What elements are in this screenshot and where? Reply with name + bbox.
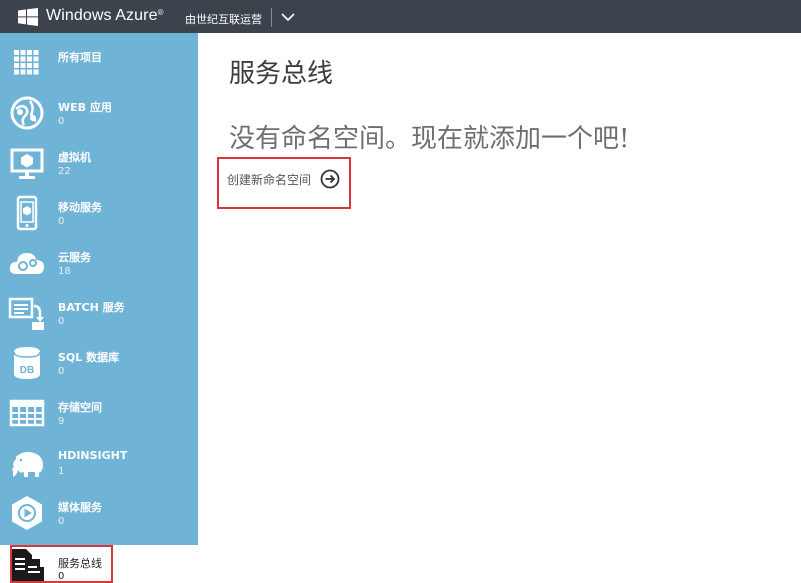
sidebar-item-label: 移动服务: [58, 201, 102, 214]
sidebar-item-count: 9: [58, 416, 65, 427]
sidebar-item-cloud-services[interactable]: 云服务 18: [0, 238, 198, 288]
sidebar: 所有项目 WEB 应用 0 虚拟机 22 移动服务 0 云服务 18 BATCH…: [0, 33, 198, 583]
sidebar-item-count: 1: [58, 466, 65, 477]
sidebar-item-batch[interactable]: BATCH 服务 0: [0, 288, 198, 338]
svg-text:DB: DB: [20, 365, 34, 376]
sidebar-item-count: 0: [58, 316, 65, 327]
sidebar-item-label: 云服务: [58, 251, 91, 264]
sidebar-item-hdinsight[interactable]: HDINSIGHT 1: [0, 438, 198, 488]
media-play-icon: [8, 494, 46, 532]
sidebar-item-web-apps[interactable]: WEB 应用 0: [0, 88, 198, 138]
sidebar-item-media-services[interactable]: 媒体服务 0: [0, 488, 198, 538]
elephant-icon: [8, 444, 46, 482]
globe-icon: [8, 94, 46, 132]
sidebar-item-count: 18: [58, 266, 71, 277]
page-title: 服务总线: [229, 59, 334, 89]
top-bar: Windows Azure® 由世纪互联运营: [0, 0, 801, 33]
table-grid-icon: [8, 394, 46, 432]
sidebar-item-count: 0: [58, 366, 65, 377]
highlight-box-service-bus: [10, 545, 113, 583]
sidebar-item-mobile-services[interactable]: 移动服务 0: [0, 188, 198, 238]
database-icon: DB: [8, 344, 46, 382]
sidebar-item-sql-databases[interactable]: DB SQL 数据库 0: [0, 338, 198, 388]
header-divider: [271, 8, 272, 27]
windows-logo-icon: [18, 8, 38, 26]
mobile-phone-icon: [8, 194, 46, 232]
sidebar-item-count: 0: [58, 116, 65, 127]
sidebar-item-count: 22: [58, 166, 71, 177]
sidebar-item-storage[interactable]: 存储空间 9: [0, 388, 198, 438]
empty-state-message: 没有命名空间。现在就添加一个吧!: [229, 124, 630, 154]
main-content: 服务总线 没有命名空间。现在就添加一个吧! 创建新命名空间: [198, 33, 801, 583]
sidebar-item-label: 存储空间: [58, 401, 102, 414]
sidebar-item-label: SQL 数据库: [58, 351, 120, 364]
brand-title[interactable]: Windows Azure®: [46, 7, 164, 25]
sidebar-item-count: 0: [58, 516, 65, 527]
cloud-gear-icon: [8, 244, 46, 282]
sidebar-item-label: WEB 应用: [58, 101, 112, 114]
sidebar-item-label: HDINSIGHT: [58, 449, 128, 462]
monitor-icon: [8, 144, 46, 182]
operator-label: 由世纪互联运营: [185, 13, 262, 26]
sidebar-item-count: 0: [58, 216, 65, 227]
sidebar-item-label: 媒体服务: [58, 501, 102, 514]
sidebar-item-virtual-machines[interactable]: 虚拟机 22: [0, 138, 198, 188]
grid-icon: [8, 44, 46, 82]
chevron-down-icon[interactable]: [281, 12, 295, 22]
batch-icon: [8, 294, 46, 332]
highlight-box-create-link: [217, 157, 351, 209]
sidebar-item-all-items[interactable]: 所有项目: [0, 38, 198, 88]
sidebar-item-label: BATCH 服务: [58, 301, 125, 314]
sidebar-item-label: 所有项目: [58, 51, 102, 64]
sidebar-item-label: 虚拟机: [58, 151, 91, 164]
